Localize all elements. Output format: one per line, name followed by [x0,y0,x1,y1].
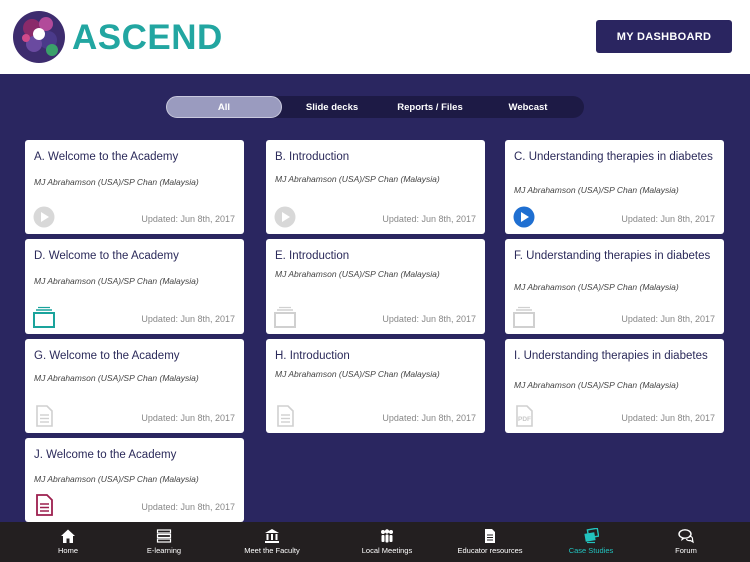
play-icon[interactable] [274,206,296,228]
nav-label: Home [57,546,78,555]
resource-card-a[interactable]: A. Welcome to the Academy MJ Abrahamson … [25,140,244,234]
card-updated: Updated: Jun 8th, 2017 [141,214,235,224]
nav-item-e-learning[interactable]: E-learning [138,522,190,562]
card-author: MJ Abrahamson (USA)/SP Chan (Malaysia) [514,380,679,390]
resource-card-c[interactable]: C. Understanding therapies in diabetes M… [505,140,724,234]
slides-icon[interactable] [513,306,535,328]
card-title: A. Welcome to the Academy [34,151,179,163]
card-updated: Updated: Jun 8th, 2017 [382,413,476,423]
card-title: D. Welcome to the Academy [34,250,179,262]
card-updated: Updated: Jun 8th, 2017 [621,413,715,423]
slides-icon[interactable] [33,306,55,328]
card-updated: Updated: Jun 8th, 2017 [382,314,476,324]
chat-icon [678,529,694,544]
card-title: F. Understanding therapies in diabetes [514,250,711,262]
nav-label: Meet the Faculty [244,546,300,555]
filter-tab-webcast[interactable]: Webcast [480,96,576,118]
card-title: G. Welcome to the Academy [34,350,180,362]
card-updated: Updated: Jun 8th, 2017 [141,413,235,423]
card-updated: Updated: Jun 8th, 2017 [141,314,235,324]
nav-label: Local Meetings [361,546,413,555]
card-author: MJ Abrahamson (USA)/SP Chan (Malaysia) [34,474,199,484]
nav-item-case-studies[interactable]: Case Studies [562,522,620,562]
card-title: I. Understanding therapies in diabetes [514,350,708,362]
stack-icon [156,529,172,543]
institution-icon [265,529,279,543]
home-icon [61,529,75,543]
card-title: B. Introduction [275,151,350,163]
filter-tabs: All Slide decks Reports / Files Webcast [166,96,584,118]
nav-label: Forum [675,546,697,555]
nav-item-home[interactable]: Home [42,522,94,562]
card-title: C. Understanding therapies in diabetes [514,151,713,163]
nav-label: E-learning [146,546,182,555]
card-author: MJ Abrahamson (USA)/SP Chan (Malaysia) [34,177,199,187]
card-author: MJ Abrahamson (USA)/SP Chan (Malaysia) [275,369,440,379]
resource-card-e[interactable]: E. Introduction MJ Abrahamson (USA)/SP C… [266,239,485,334]
card-author: MJ Abrahamson (USA)/SP Chan (Malaysia) [34,276,199,286]
card-author: MJ Abrahamson (USA)/SP Chan (Malaysia) [34,373,199,383]
card-title: H. Introduction [275,350,350,362]
document-icon[interactable] [33,494,55,516]
card-author: MJ Abrahamson (USA)/SP Chan (Malaysia) [514,282,679,292]
play-icon[interactable] [33,206,55,228]
document-icon[interactable] [33,405,55,427]
nav-item-local-meetings[interactable]: Local Meetings [356,522,418,562]
nav-label: Case Studies [568,546,614,555]
resource-card-i[interactable]: I. Understanding therapies in diabetes M… [505,339,724,433]
card-updated: Updated: Jun 8th, 2017 [382,214,476,224]
resource-card-g[interactable]: G. Welcome to the Academy MJ Abrahamson … [25,339,244,433]
logo-text: ASCEND [72,18,223,57]
bottom-nav: Home E-learning Meet the Faculty Local M… [0,522,750,562]
app-header: ASCEND MY DASHBOARD [0,0,750,74]
play-icon[interactable] [513,206,535,228]
card-title: E. Introduction [275,250,350,262]
resource-card-f[interactable]: F. Understanding therapies in diabetes M… [505,239,724,334]
resource-card-j[interactable]: J. Welcome to the Academy MJ Abrahamson … [25,438,244,522]
card-updated: Updated: Jun 8th, 2017 [621,214,715,224]
nav-item-educator-resources[interactable]: Educator resources [454,522,526,562]
document-icon [485,529,495,543]
cards-icon [584,528,599,544]
card-author: MJ Abrahamson (USA)/SP Chan (Malaysia) [275,269,440,279]
nav-item-meet-the-faculty[interactable]: Meet the Faculty [238,522,306,562]
svg-text:PDF: PDF [518,416,531,423]
filter-tab-slide-decks[interactable]: Slide decks [284,96,380,118]
slides-icon[interactable] [274,306,296,328]
card-author: MJ Abrahamson (USA)/SP Chan (Malaysia) [275,174,440,184]
card-updated: Updated: Jun 8th, 2017 [141,502,235,512]
resource-card-b[interactable]: B. Introduction MJ Abrahamson (USA)/SP C… [266,140,485,234]
resource-card-d[interactable]: D. Welcome to the Academy MJ Abrahamson … [25,239,244,334]
document-icon[interactable] [274,405,296,427]
ascend-logo-icon [13,11,65,63]
resource-card-h[interactable]: H. Introduction MJ Abrahamson (USA)/SP C… [266,339,485,433]
people-icon [381,529,393,543]
filter-tab-all[interactable]: All [166,96,282,118]
filter-tab-reports-files[interactable]: Reports / Files [382,96,478,118]
nav-item-forum[interactable]: Forum [660,522,712,562]
pdf-icon[interactable]: PDF [513,405,535,427]
my-dashboard-button[interactable]: MY DASHBOARD [596,20,732,53]
card-title: J. Welcome to the Academy [34,449,177,461]
nav-label: Educator resources [457,546,523,555]
card-updated: Updated: Jun 8th, 2017 [621,314,715,324]
card-author: MJ Abrahamson (USA)/SP Chan (Malaysia) [514,185,679,195]
content-area: All Slide decks Reports / Files Webcast … [0,74,750,522]
